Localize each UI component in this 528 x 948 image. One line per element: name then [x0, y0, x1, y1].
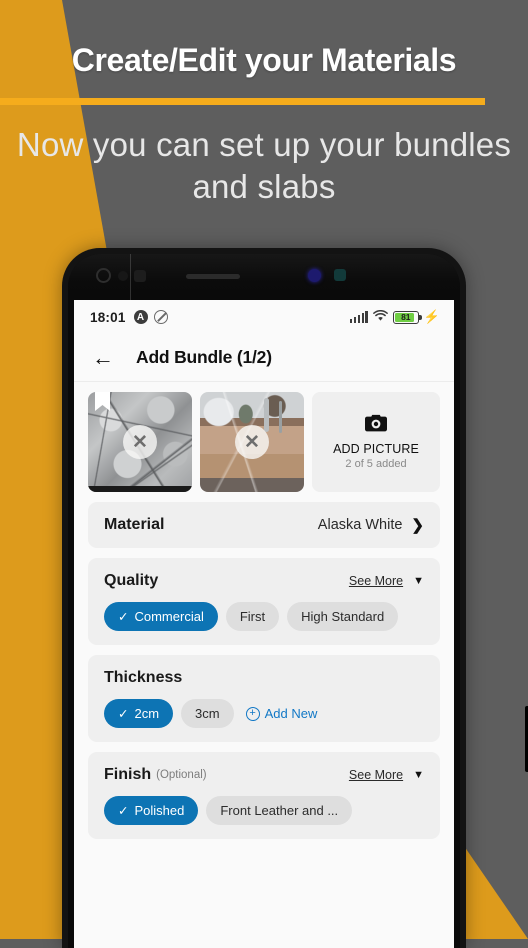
- quality-label: Quality: [104, 572, 159, 589]
- quality-chip-high-standard[interactable]: High Standard: [287, 602, 399, 631]
- earpiece-speaker: [186, 274, 240, 279]
- chip-label: Commercial: [134, 609, 204, 624]
- charging-icon: ⚡: [423, 309, 440, 324]
- phone-body: 18:01 A 81 ⚡ ← Add Bundle (1/2) ✕ ✕ ADD …: [68, 254, 460, 948]
- add-new-thickness-button[interactable]: + Add New: [245, 706, 318, 721]
- photo-strip: ✕ ✕ ADD PICTURE 2 of 5 added: [88, 392, 440, 492]
- chip-label: 2cm: [134, 706, 160, 721]
- remove-photo-button[interactable]: ✕: [235, 425, 269, 459]
- mute-icon: [153, 310, 168, 324]
- material-value: Alaska White: [317, 517, 403, 533]
- finish-chip-polished[interactable]: ✓ Polished: [104, 796, 199, 825]
- finish-options: ✓ Polished Front Leather and ...: [104, 796, 424, 825]
- check-icon: ✓: [118, 610, 129, 624]
- finish-card: Finish (Optional) See More ▼ ✓ Polished …: [88, 752, 440, 839]
- check-icon: ✓: [118, 804, 129, 818]
- promo-title: Create/Edit your Materials: [71, 42, 457, 78]
- quality-chip-commercial[interactable]: ✓ Commercial: [104, 602, 218, 631]
- promo-header: Create/Edit your Materials Now you can s…: [0, 0, 528, 235]
- promo-divider: [0, 98, 485, 105]
- status-system-icons: 81 ⚡: [349, 309, 440, 325]
- finish-chip-front-leather[interactable]: Front Leather and ...: [206, 796, 353, 825]
- app-bar: ← Add Bundle (1/2): [74, 334, 454, 382]
- add-picture-button[interactable]: ADD PICTURE 2 of 5 added: [312, 392, 440, 492]
- photo-thumbnail[interactable]: ✕: [200, 392, 304, 492]
- chevron-down-icon[interactable]: ▼: [413, 769, 424, 781]
- form-content: ✕ ✕ ADD PICTURE 2 of 5 added Material Al…: [74, 382, 454, 839]
- status-time: 18:01: [90, 309, 126, 325]
- bezel-highlight: [130, 254, 131, 300]
- back-arrow-icon[interactable]: ←: [92, 346, 114, 369]
- battery-icon: 81: [392, 310, 422, 324]
- camera-sensor-icon: [118, 271, 128, 281]
- chevron-right-icon[interactable]: ❯: [411, 518, 424, 533]
- battery-level: 81: [401, 312, 411, 322]
- quality-card: Quality See More ▼ ✓ Commercial First Hi…: [88, 558, 440, 645]
- thickness-chip-2cm[interactable]: ✓ 2cm: [104, 699, 174, 728]
- chip-label: Front Leather and ...: [220, 803, 339, 818]
- add-new-label: Add New: [264, 706, 318, 721]
- page-title: Add Bundle (1/2): [136, 347, 272, 367]
- chip-label: Polished: [134, 803, 185, 818]
- led-indicator-icon: [308, 269, 321, 282]
- quality-options: ✓ Commercial First High Standard: [104, 602, 424, 631]
- finish-header: Finish (Optional) See More ▼: [104, 766, 424, 784]
- front-camera-icon: [96, 268, 111, 283]
- add-picture-count: 2 of 5 added: [345, 458, 407, 470]
- promo-subtitle: Now you can set up your bundles and slab…: [16, 126, 512, 205]
- quality-header: Quality See More ▼: [104, 572, 424, 590]
- add-picture-label: ADD PICTURE: [333, 442, 419, 456]
- material-card[interactable]: Material Alaska White ❯: [88, 502, 440, 548]
- quality-chip-first[interactable]: First: [225, 602, 280, 631]
- ambient-sensor-icon: [334, 269, 346, 281]
- chip-label: First: [239, 609, 266, 624]
- thickness-card: Thickness ✓ 2cm 3cm + Add New: [88, 655, 440, 742]
- wifi-icon: [372, 309, 388, 324]
- phone-mockup: 18:01 A 81 ⚡ ← Add Bundle (1/2) ✕ ✕ ADD …: [62, 248, 528, 948]
- material-label: Material: [104, 516, 165, 533]
- chip-label: High Standard: [301, 609, 385, 624]
- plus-circle-icon: +: [245, 706, 260, 721]
- finish-optional-tag: (Optional): [156, 769, 207, 781]
- photo-thumbnail[interactable]: ✕: [88, 392, 192, 492]
- check-icon: ✓: [118, 707, 129, 721]
- thickness-options: ✓ 2cm 3cm + Add New: [104, 699, 424, 728]
- phone-screen: 18:01 A 81 ⚡ ← Add Bundle (1/2) ✕ ✕ ADD …: [74, 300, 454, 948]
- thickness-chip-3cm[interactable]: 3cm: [181, 699, 234, 728]
- status-bar: 18:01 A 81 ⚡: [74, 300, 454, 334]
- thickness-label: Thickness: [104, 669, 183, 686]
- chevron-down-icon[interactable]: ▼: [413, 575, 424, 587]
- primary-photo-bookmark-icon: [95, 392, 110, 411]
- finish-label: Finish: [104, 766, 152, 783]
- remove-photo-button[interactable]: ✕: [123, 425, 157, 459]
- quality-see-more-link[interactable]: See More: [349, 574, 403, 588]
- material-row: Material Alaska White ❯: [104, 516, 424, 534]
- thickness-header: Thickness: [104, 669, 424, 687]
- app-notification-icon: A: [133, 310, 148, 324]
- proximity-sensor-icon: [134, 270, 146, 282]
- chip-label: 3cm: [195, 706, 220, 721]
- phone-top-bezel: [68, 254, 460, 300]
- signal-bars-icon: [349, 311, 368, 323]
- finish-see-more-link[interactable]: See More: [349, 768, 403, 782]
- camera-icon: [365, 414, 387, 436]
- status-notification-icons: A: [133, 310, 168, 324]
